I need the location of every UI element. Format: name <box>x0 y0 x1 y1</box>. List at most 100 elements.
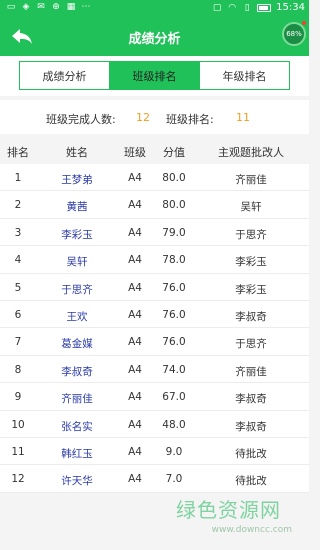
reviewer-cell: 于思齐 <box>235 338 267 351</box>
table-row: 2 黄茜 A4 80.0 吴轩 <box>0 191 309 219</box>
status-bar-right-icons: ▢ ◠ ▯ 15:34 <box>212 2 305 13</box>
column-header-score: 分值 <box>163 146 185 159</box>
reviewer-cell: 吴轩 <box>240 201 262 214</box>
score-cell: 76.0 <box>162 281 186 294</box>
table-row: 6 王欢 A4 76.0 李叔奇 <box>0 300 309 329</box>
student-name-link[interactable]: 王欢 <box>44 309 110 324</box>
sim-icon: ▭ <box>6 2 16 12</box>
student-name-link[interactable]: 黄茜 <box>44 199 110 214</box>
completed-count-label: 班级完成人数: <box>46 113 116 126</box>
score-cell: 9.0 <box>165 445 183 458</box>
status-bar-left-icons: ▭ ◈ ✉ ⊕ ▦ ⋯ <box>6 2 91 12</box>
ranking-table-body: 1 王梦弟 A4 80.0 齐丽佳 2 黄茜 A4 80.0 吴轩 3 李彩玉 … <box>0 164 309 493</box>
status-bar: ▭ ◈ ✉ ⊕ ▦ ⋯ ▢ ◠ ▯ 15:34 <box>0 0 309 18</box>
tab-grade-ranking[interactable]: 年级排名 <box>200 62 289 89</box>
table-row: 11 韩红玉 A4 9.0 待批改 <box>0 437 309 466</box>
rank-cell: 1 <box>14 172 22 184</box>
class-summary: 班级完成人数: 12 班级排名: 11 <box>0 100 309 134</box>
score-cell: 79.0 <box>162 226 186 239</box>
rank-cell: 5 <box>14 281 22 294</box>
column-header-name: 姓名 <box>66 146 88 159</box>
reviewer-cell: 齐丽佳 <box>235 365 267 378</box>
reviewer-cell: 李叔奇 <box>235 393 267 406</box>
student-name-link[interactable]: 齐丽佳 <box>44 391 110 406</box>
table-row: 10 张名实 A4 48.0 李叔奇 <box>0 410 309 438</box>
notification-icon: ▢ <box>212 2 222 13</box>
shield-icon: ◈ <box>22 2 30 12</box>
ranking-table-header: 排名 姓名 班级 分值 主观题批改人 <box>0 138 309 164</box>
rank-cell: 8 <box>14 363 22 376</box>
rank-cell: 7 <box>14 336 22 349</box>
rank-cell: 11 <box>11 445 25 458</box>
reviewer-cell: 李彩玉 <box>235 283 267 296</box>
reviewer-cell: 李叔奇 <box>235 310 267 323</box>
reviewer-cell: 李叔奇 <box>235 420 267 433</box>
class-cell: A4 <box>128 172 142 184</box>
class-cell: A4 <box>128 308 142 321</box>
student-name-link[interactable]: 许天华 <box>44 473 110 488</box>
class-cell: A4 <box>128 199 142 212</box>
tab-bar: 成绩分析 班级排名 年级排名 <box>0 56 309 96</box>
score-cell: 67.0 <box>162 391 186 404</box>
reviewer-cell: 待批改 <box>235 447 267 460</box>
table-row: 12 许天华 A4 7.0 待批改 <box>0 465 309 493</box>
rank-cell: 9 <box>14 391 22 404</box>
class-cell: A4 <box>128 226 142 239</box>
page-title: 成绩分析 <box>128 32 181 47</box>
student-name-link[interactable]: 吴轩 <box>44 254 110 269</box>
globe-icon: ⊕ <box>52 2 60 12</box>
table-row: 8 李叔奇 A4 74.0 齐丽佳 <box>0 355 309 384</box>
watermark-title: 绿色资源网 <box>176 498 281 522</box>
class-rank-label: 班级排名: <box>166 113 214 126</box>
reviewer-cell: 待批改 <box>235 475 267 488</box>
reviewer-cell: 于思齐 <box>235 228 267 241</box>
student-name-link[interactable]: 葛金媒 <box>44 336 110 351</box>
mail-icon: ✉ <box>37 2 45 12</box>
table-row: 1 王梦弟 A4 80.0 齐丽佳 <box>0 164 309 192</box>
rank-cell: 3 <box>14 226 22 239</box>
class-rank-value: 11 <box>236 111 250 124</box>
watermark: 绿色资源网 www.downcc.com <box>176 494 306 548</box>
tab-class-ranking[interactable]: 班级排名 <box>110 62 200 89</box>
score-cell: 74.0 <box>162 363 186 376</box>
class-cell: A4 <box>128 445 142 458</box>
progress-badge-dot <box>302 21 306 25</box>
table-row: 3 李彩玉 A4 79.0 于思齐 <box>0 218 309 247</box>
tab-score-analysis[interactable]: 成绩分析 <box>20 62 110 89</box>
student-name-link[interactable]: 韩红玉 <box>44 446 110 461</box>
student-name-link[interactable]: 于思齐 <box>44 282 110 297</box>
sim-card-icon: ▯ <box>244 2 250 13</box>
completed-count-value: 12 <box>136 111 150 124</box>
class-cell: A4 <box>128 254 142 267</box>
score-cell: 76.0 <box>162 336 186 349</box>
class-cell: A4 <box>128 363 142 376</box>
score-cell: 78.0 <box>162 254 186 267</box>
table-row: 5 于思齐 A4 76.0 李彩玉 <box>0 273 309 301</box>
grid-icon: ▦ <box>66 2 76 12</box>
class-cell: A4 <box>128 281 142 294</box>
student-name-link[interactable]: 李叔奇 <box>44 364 110 379</box>
rank-cell: 12 <box>11 473 25 486</box>
class-cell: A4 <box>128 391 142 404</box>
score-cell: 80.0 <box>162 199 186 212</box>
column-header-rank: 排名 <box>7 146 29 159</box>
app-header: 成绩分析 <box>0 18 309 56</box>
progress-badge[interactable]: 68% <box>282 22 306 46</box>
student-name-link[interactable]: 李彩玉 <box>44 227 110 242</box>
table-row: 9 齐丽佳 A4 67.0 李叔奇 <box>0 383 309 411</box>
score-cell: 80.0 <box>162 172 186 184</box>
status-time: 15:34 <box>276 2 305 13</box>
score-cell: 48.0 <box>162 418 186 431</box>
rank-cell: 2 <box>14 199 22 212</box>
table-row: 4 吴轩 A4 78.0 李彩玉 <box>0 246 309 274</box>
watermark-url: www.downcc.com <box>211 525 292 535</box>
table-row: 7 葛金媒 A4 76.0 于思齐 <box>0 328 309 356</box>
battery-icon <box>257 3 272 12</box>
score-cell: 76.0 <box>162 308 186 321</box>
score-cell: 7.0 <box>165 473 183 486</box>
column-header-reviewer: 主观题批改人 <box>218 146 284 159</box>
student-name-link[interactable]: 王梦弟 <box>44 172 110 187</box>
rank-cell: 4 <box>14 254 22 267</box>
column-header-class: 班级 <box>124 146 146 159</box>
student-name-link[interactable]: 张名实 <box>44 419 110 434</box>
